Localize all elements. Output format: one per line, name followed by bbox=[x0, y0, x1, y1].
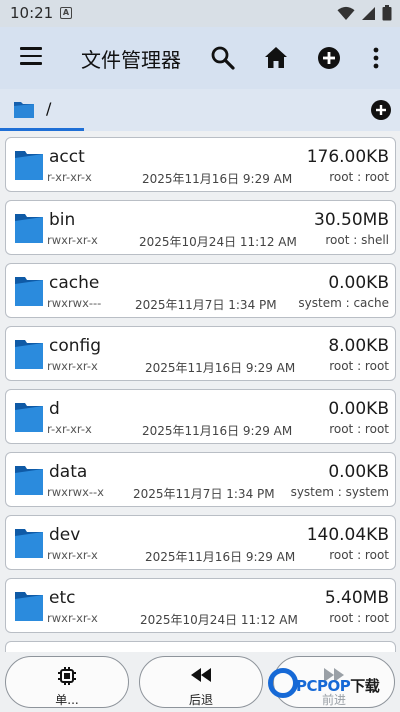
file-size: 5.40MB bbox=[324, 588, 389, 608]
file-owner: root : root bbox=[329, 359, 389, 373]
menu-icon[interactable] bbox=[20, 47, 42, 67]
file-permissions: r-xr-xr-x bbox=[47, 422, 92, 436]
file-date: 2025年10月24日 11:12 AM bbox=[140, 613, 298, 627]
status-time: 10:21 bbox=[10, 4, 54, 22]
folder-icon bbox=[15, 592, 43, 621]
app-bar: 文件管理器 bbox=[0, 27, 400, 89]
status-icons bbox=[337, 5, 392, 21]
path-bar: / bbox=[0, 89, 400, 131]
folder-icon bbox=[15, 466, 43, 495]
file-name: dev bbox=[49, 525, 81, 545]
select-button[interactable]: 单... bbox=[5, 656, 129, 708]
file-date: 2025年11月16日 9:29 AM bbox=[142, 424, 293, 438]
back-button[interactable]: 后退 bbox=[139, 656, 263, 708]
file-size: 0.00KB bbox=[328, 399, 389, 419]
file-size: 176.00KB bbox=[306, 147, 389, 167]
file-date: 2025年11月16日 9:29 AM bbox=[142, 172, 293, 186]
path-tab-root[interactable]: / bbox=[0, 89, 84, 131]
file-owner: root : root bbox=[329, 170, 389, 184]
watermark-text: PCPOP下载 bbox=[296, 677, 380, 695]
file-size: 30.50MB bbox=[314, 210, 389, 230]
file-size: 0.00KB bbox=[328, 273, 389, 293]
file-date: 2025年11月16日 9:29 AM bbox=[145, 361, 296, 375]
file-size: 0.00KB bbox=[328, 462, 389, 482]
app-title: 文件管理器 bbox=[81, 48, 181, 72]
file-date: 2025年11月16日 9:29 AM bbox=[145, 550, 296, 564]
file-row[interactable]: acct r-xr-xr-x 2025年11月16日 9:29 AM 176.00KB… bbox=[5, 137, 396, 192]
folder-icon bbox=[15, 277, 43, 306]
watermark-circle bbox=[268, 668, 298, 698]
wifi-icon bbox=[337, 6, 355, 20]
folder-icon bbox=[15, 214, 43, 243]
folder-icon bbox=[14, 102, 34, 118]
file-owner: root : root bbox=[329, 422, 389, 436]
file-owner: root : root bbox=[329, 548, 389, 562]
home-icon[interactable] bbox=[262, 44, 290, 72]
file-permissions: rwxr-xr-x bbox=[47, 611, 98, 625]
file-permissions: r-xr-xr-x bbox=[47, 170, 92, 184]
file-row[interactable]: bin rwxr-xr-x 2025年10月24日 11:12 AM 30.50MB r… bbox=[5, 200, 396, 255]
folder-icon bbox=[15, 151, 43, 180]
select-label: 单... bbox=[55, 693, 79, 707]
path-text: / bbox=[46, 99, 52, 118]
file-name: cache bbox=[49, 273, 100, 293]
file-size: 8.00KB bbox=[328, 336, 389, 356]
file-date: 2025年10月24日 11:12 AM bbox=[139, 235, 297, 249]
file-permissions: rwxrwx--- bbox=[47, 296, 102, 310]
file-row[interactable]: cache rwxrwx--- 2025年11月7日 1:34 PM 0.00KB sy… bbox=[5, 263, 396, 318]
file-owner: system : cache bbox=[298, 296, 389, 310]
search-icon[interactable] bbox=[209, 44, 237, 72]
file-date: 2025年11月7日 1:34 PM bbox=[135, 298, 277, 312]
signal-icon bbox=[362, 6, 375, 20]
select-icon bbox=[58, 667, 76, 685]
file-list: acct r-xr-xr-x 2025年11月16日 9:29 AM 176.00KB… bbox=[0, 131, 400, 661]
add-tab-icon[interactable] bbox=[370, 99, 392, 121]
folder-icon bbox=[15, 340, 43, 369]
battery-icon bbox=[382, 5, 392, 21]
file-row[interactable]: dev rwxr-xr-x 2025年11月16日 9:29 AM 140.04KB r… bbox=[5, 515, 396, 570]
file-name: data bbox=[49, 462, 88, 482]
file-name: bin bbox=[49, 210, 76, 230]
back-icon bbox=[191, 668, 211, 682]
file-owner: root : root bbox=[329, 611, 389, 625]
file-date: 2025年11月7日 1:34 PM bbox=[133, 487, 275, 501]
file-size: 140.04KB bbox=[306, 525, 389, 545]
folder-icon bbox=[15, 529, 43, 558]
more-vert-icon[interactable] bbox=[362, 44, 390, 72]
file-name: acct bbox=[49, 147, 85, 167]
status-bar: 10:21 A bbox=[0, 0, 400, 27]
watermark-logo: PCPOP下载 bbox=[268, 666, 396, 706]
file-name: etc bbox=[49, 588, 76, 608]
file-permissions: rwxr-xr-x bbox=[47, 548, 98, 562]
file-permissions: rwxrwx--x bbox=[47, 485, 104, 499]
file-row[interactable]: config rwxr-xr-x 2025年11月16日 9:29 AM 8.00KB… bbox=[5, 326, 396, 381]
back-label: 后退 bbox=[188, 693, 213, 707]
add-circle-icon[interactable] bbox=[315, 44, 343, 72]
file-permissions: rwxr-xr-x bbox=[47, 233, 98, 247]
file-row[interactable]: data rwxrwx--x 2025年11月7日 1:34 PM 0.00KB sys… bbox=[5, 452, 396, 507]
notification-icon: A bbox=[60, 7, 72, 19]
file-owner: root : shell bbox=[325, 233, 389, 247]
file-row[interactable]: d r-xr-xr-x 2025年11月16日 9:29 AM 0.00KB root … bbox=[5, 389, 396, 444]
folder-icon bbox=[15, 403, 43, 432]
file-name: config bbox=[49, 336, 102, 356]
file-name: d bbox=[49, 399, 60, 419]
file-owner: system : system bbox=[290, 485, 389, 499]
file-row[interactable]: etc rwxr-xr-x 2025年10月24日 11:12 AM 5.40MB ro… bbox=[5, 578, 396, 633]
file-permissions: rwxr-xr-x bbox=[47, 359, 98, 373]
